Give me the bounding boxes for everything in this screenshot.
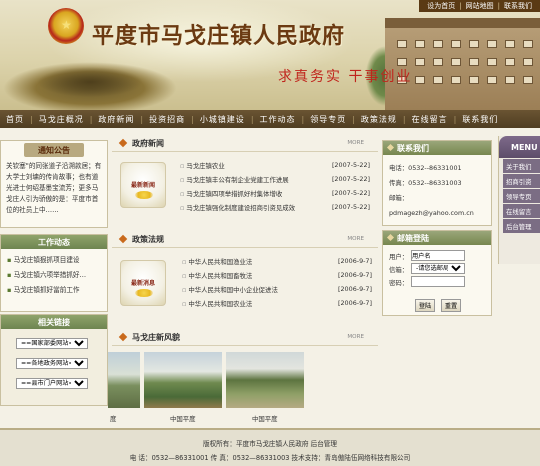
- header-dragon-shadow: [20, 62, 170, 102]
- nav-policy[interactable]: 政策法规: [355, 114, 403, 125]
- side-menu: MENU 关于我们 招商引资 领导专页 在线留言 后台管理: [498, 136, 540, 264]
- site-header: ★ 平度市马戈庄镇人民政府 求真务实 干事创业 设为首页 | 网站地图 | 联系…: [0, 0, 540, 110]
- related-links-title: 相关链接: [1, 315, 107, 329]
- contact-title: 联系我们: [383, 141, 491, 155]
- work-news-item[interactable]: 马戈庄镇抓好當前工作: [7, 283, 101, 298]
- mailbox-label: 信箱：: [389, 266, 409, 274]
- work-news-item[interactable]: 马戈庄镇六项举措抓好…: [7, 268, 101, 283]
- nav-overview[interactable]: 马戈庄概况: [33, 114, 90, 125]
- user-label: 用户：: [389, 253, 409, 261]
- policy-row[interactable]: 中华人民共和国农业法[2006-9-7]: [182, 296, 372, 310]
- ministry-links-select[interactable]: ==国家部委网站==: [16, 338, 88, 349]
- scenery-title: 马戈庄新风貌: [132, 333, 180, 342]
- side-menu-item[interactable]: 领导专页: [503, 189, 540, 203]
- policy-row[interactable]: 中华人民共和国畜牧法[2006-9-7]: [182, 268, 372, 282]
- policy-box: 最新消息 中华人民共和国渔业法[2006-9-7] 中华人民共和国畜牧法[200…: [112, 248, 378, 330]
- set-homepage-link[interactable]: 设为首页: [423, 1, 459, 11]
- side-menu-item[interactable]: 招商引资: [503, 174, 540, 188]
- scenery-photo[interactable]: [144, 352, 222, 408]
- section-bullet-icon: [118, 234, 128, 244]
- notice-text: 关钦塞"的同张道子沿溯款居；有大学士刘墉的传肯故事；也有道光进士何绍基墨宝流芳；…: [6, 162, 102, 214]
- news-row[interactable]: 马戈庄镇强化制度建设招商引资见成效[2007-5-22]: [180, 200, 370, 214]
- main-nav: 首页 | 马戈庄概况 | 政府新闻 | 投资招商 | 小城镇建设 | 工作动态 | 领导专页…: [0, 110, 540, 128]
- contact-phone: 电话：0532--86331001: [389, 164, 462, 172]
- flower-icon: [135, 289, 153, 297]
- work-news-panel: 工作动态 马戈庄镇狠抓项目建设 马戈庄镇六项举措抓好… 马戈庄镇抓好當前工作: [0, 234, 108, 312]
- contact-email[interactable]: pdmagezh@yahoo.com.cn: [383, 206, 491, 221]
- password-label: 密码：: [389, 279, 409, 287]
- latest-news-thumb: 最新新闻: [120, 162, 166, 208]
- section-bullet-icon: [118, 332, 128, 342]
- gov-news-title: 政府新闻: [132, 139, 164, 148]
- nav-home[interactable]: 首页: [0, 114, 30, 125]
- username-input[interactable]: [411, 250, 465, 261]
- mailbox-select[interactable]: -请您选邮局-: [411, 263, 465, 274]
- news-row[interactable]: 马戈庄镇农业[2007-5-22]: [180, 158, 370, 172]
- side-menu-item[interactable]: 后台管理: [503, 219, 540, 233]
- password-input[interactable]: [411, 276, 465, 287]
- notice-panel: 通知公告 关钦塞"的同张道子沿溯款居；有大学士刘墉的传肯故事；也有道光进士何绍基…: [0, 140, 108, 228]
- scenery-photos: 度 中国平度 中国平度: [108, 346, 378, 438]
- policy-title: 政策法规: [132, 235, 164, 244]
- policy-row[interactable]: 中华人民共和国渔业法[2006-9-7]: [182, 254, 372, 268]
- center-column: 政府新闻 MORE 最新新闻 马戈庄镇农业[2007-5-22] 马戈庄镇丰公有…: [108, 136, 378, 438]
- login-button[interactable]: 登陆: [415, 299, 435, 312]
- gov-news-more-link[interactable]: MORE: [347, 140, 364, 146]
- nav-message[interactable]: 在线留言: [406, 114, 454, 125]
- site-footer: 版权所有：平度市马戈庄镇人民政府 后台管理 电 话：0532—86331001 …: [0, 428, 540, 466]
- local-gov-links-select[interactable]: ==各地政务网站==: [16, 358, 88, 369]
- gov-news-header: 政府新闻 MORE: [112, 136, 378, 152]
- photo-caption: 中国平度: [170, 415, 196, 423]
- work-news-item[interactable]: 马戈庄镇狠抓项目建设: [7, 253, 101, 268]
- nav-town-building[interactable]: 小城镇建设: [194, 114, 251, 125]
- contact-panel: 联系我们 电话：0532--86331001 传真：0532--86331003…: [382, 140, 492, 226]
- side-menu-title: MENU: [499, 136, 540, 158]
- national-emblem-icon: ★: [48, 8, 84, 44]
- news-row[interactable]: 马戈庄镇丰公有制企业党建工作进展[2007-5-22]: [180, 172, 370, 186]
- scenery-more-link[interactable]: MORE: [347, 334, 364, 340]
- top-links-bar: 设为首页 | 网站地图 | 联系我们: [419, 0, 540, 12]
- footer-copyright: 版权所有：平度市马戈庄镇人民政府 后台管理: [203, 440, 337, 448]
- scenery-photo[interactable]: [226, 352, 304, 408]
- side-menu-item[interactable]: 在线留言: [503, 204, 540, 218]
- news-row[interactable]: 马戈庄镇四项举措抓好村集体增收[2007-5-22]: [180, 186, 370, 200]
- mail-login-title: 邮箱登陆: [383, 231, 491, 245]
- sitemap-link[interactable]: 网站地图: [462, 1, 498, 11]
- nav-gov-news[interactable]: 政府新闻: [92, 114, 140, 125]
- photo-caption: 度: [110, 415, 117, 423]
- side-menu-item[interactable]: 关于我们: [503, 159, 540, 173]
- county-portal-links-select[interactable]: ==县市门户网站==: [16, 378, 88, 389]
- section-bullet-icon: [118, 138, 128, 148]
- related-links-panel: 相关链接 ==国家部委网站== ==各地政务网站== ==县市门户网站==: [0, 314, 108, 406]
- nav-contact[interactable]: 联系我们: [456, 114, 504, 125]
- scenery-photo[interactable]: [108, 352, 140, 408]
- header-building-image: [385, 18, 540, 110]
- policy-more-link[interactable]: MORE: [347, 236, 364, 242]
- photo-caption: 中国平度: [252, 415, 278, 423]
- nav-work-news[interactable]: 工作动态: [254, 114, 302, 125]
- contact-fax: 传真：0532--86331003: [389, 179, 462, 187]
- flower-icon: [135, 191, 153, 199]
- nav-investment[interactable]: 投资招商: [143, 114, 191, 125]
- notice-title: 通知公告: [24, 143, 84, 157]
- footer-contact: 电 话：0532—86331001 传 真：0532—86331003 技术支持…: [129, 454, 411, 462]
- latest-message-thumb: 最新消息: [120, 260, 166, 306]
- work-news-title: 工作动态: [1, 235, 107, 249]
- header-slogan: 求真务实 干事创业: [278, 69, 413, 85]
- right-column: 联系我们 电话：0532--86331001 传真：0532--86331003…: [382, 140, 492, 316]
- contact-email-label: 邮箱：: [389, 194, 409, 202]
- scenery-header: 马戈庄新风貌 MORE: [112, 330, 378, 346]
- site-title: 平度市马戈庄镇人民政府: [92, 23, 346, 49]
- contact-us-link[interactable]: 联系我们: [500, 1, 536, 11]
- nav-leaders[interactable]: 领导专页: [304, 114, 352, 125]
- reset-button[interactable]: 重置: [441, 299, 461, 312]
- policy-row[interactable]: 中华人民共和国中小企业促进法[2006-9-7]: [182, 282, 372, 296]
- gov-news-box: 最新新闻 马戈庄镇农业[2007-5-22] 马戈庄镇丰公有制企业党建工作进展[…: [112, 152, 378, 232]
- mail-login-panel: 邮箱登陆 用户： 信箱： -请您选邮局- 密码： 登陆 重置: [382, 230, 492, 316]
- policy-header: 政策法规 MORE: [112, 232, 378, 248]
